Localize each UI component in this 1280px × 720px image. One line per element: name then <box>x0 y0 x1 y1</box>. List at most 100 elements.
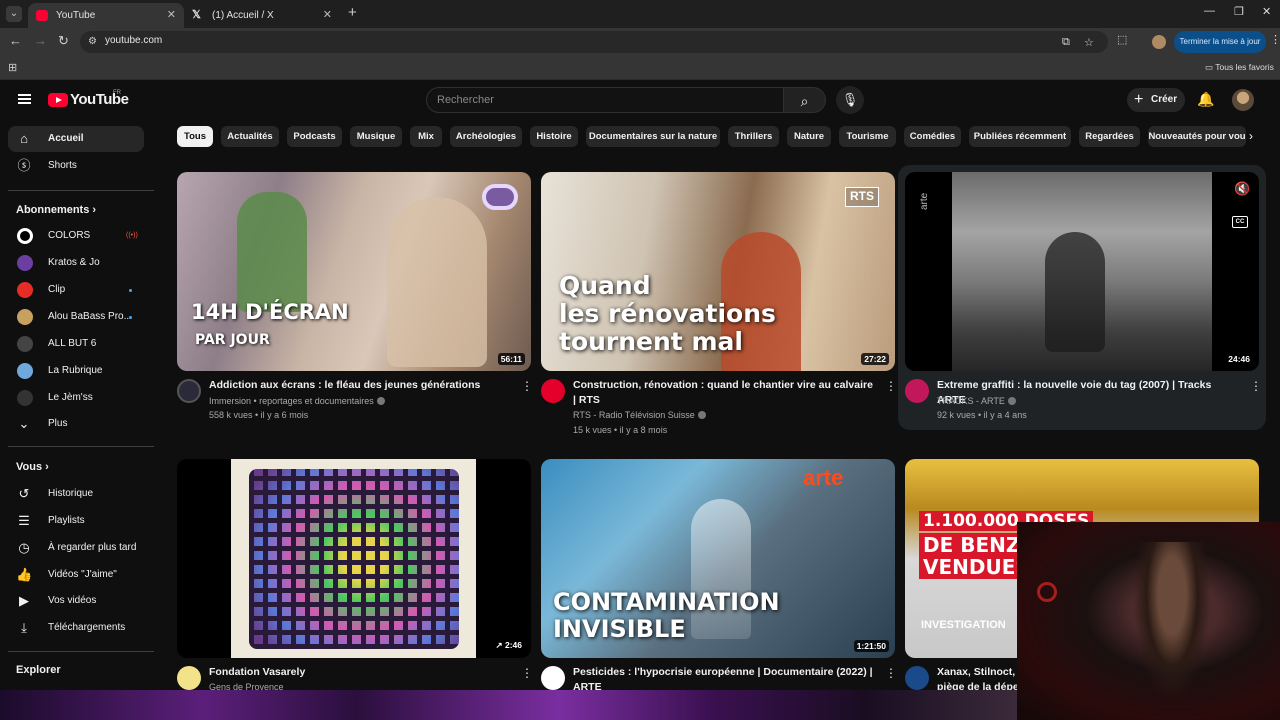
sidebar-item-subscription[interactable]: Alou BaBass Pro... <box>8 304 144 330</box>
sidebar-item-home[interactable]: ⌂ Accueil <box>8 126 144 152</box>
create-label: Créer <box>1151 94 1178 105</box>
chip[interactable]: Musique <box>350 126 402 147</box>
sidebar-item-subscription[interactable]: La Rubrique <box>8 358 144 384</box>
tab-title: YouTube <box>56 10 96 21</box>
create-button[interactable]: + Créer <box>1127 88 1185 112</box>
chip[interactable]: Archéologies <box>450 126 522 147</box>
search-button[interactable]: ⌕ <box>784 87 826 113</box>
thumbnail-figure <box>1045 232 1105 352</box>
all-bookmarks-label: Tous les favoris <box>1215 62 1274 72</box>
video-thumbnail[interactable]: arte CONTAMINATION INVISIBLE 1:21:50 <box>541 459 895 658</box>
chip[interactable]: Documentaires sur la nature <box>586 126 720 147</box>
you-heading[interactable]: Vous › <box>16 461 49 473</box>
extensions-icon[interactable]: ⬚ <box>1117 33 1127 46</box>
watch-later-icon: ◷ <box>18 540 30 555</box>
browser-menu-icon[interactable]: ⋮ <box>1270 33 1280 46</box>
sidebar-item-label: ALL BUT 6 <box>48 338 97 349</box>
site-info-icon[interactable]: ⚙ <box>88 36 97 47</box>
chip[interactable]: Actualités <box>221 126 279 147</box>
video-title[interactable]: Construction, rénovation : quand le chan… <box>573 378 873 408</box>
more-options-icon[interactable]: ⋮ <box>521 666 533 680</box>
sidebar-item-subscription[interactable]: Kratos & Jo <box>8 250 144 276</box>
subscriptions-heading[interactable]: Abonnements › <box>16 204 96 216</box>
close-icon[interactable]: ✕ <box>323 3 332 28</box>
sidebar-item-subscription[interactable]: Le Jèm'ss <box>8 385 144 411</box>
sidebar-item-subscription[interactable]: Clip <box>8 277 144 303</box>
duration-badge: 24:46 <box>1225 353 1253 365</box>
sidebar-item-playlists[interactable]: ☰ Playlists <box>8 508 144 534</box>
chevron-right-icon[interactable]: › <box>1249 129 1253 143</box>
chip[interactable]: Comédies <box>904 126 961 147</box>
chip-all[interactable]: Tous <box>177 126 213 147</box>
channel-name[interactable]: TRACKS - ARTE <box>937 396 1016 406</box>
sidebar-item-label: Plus <box>48 418 68 429</box>
chip[interactable]: Publiées récemment <box>969 126 1071 147</box>
minimize-button[interactable]: — <box>1204 5 1215 17</box>
sidebar-item-shorts[interactable]: ⓢ Shorts <box>8 153 144 179</box>
notifications-bell-icon[interactable]: 🔔 <box>1197 91 1214 108</box>
sidebar-item-watch-later[interactable]: ◷ À regarder plus tard <box>8 535 144 561</box>
more-options-icon[interactable]: ⋮ <box>1250 379 1262 393</box>
all-bookmarks-folder[interactable]: ▭ Tous les favoris <box>1205 62 1274 73</box>
tab-youtube[interactable]: YouTube ✕ <box>28 3 184 28</box>
sidebar-item-downloads[interactable]: ⤓ Téléchargements <box>8 615 144 641</box>
close-window-button[interactable]: ✕ <box>1262 5 1271 18</box>
search-input[interactable]: Rechercher <box>426 87 784 113</box>
sidebar-item-subscription[interactable]: COLORS ((•)) <box>8 223 144 249</box>
channel-avatar[interactable] <box>905 666 929 690</box>
tab-search-button[interactable]: ⌄ <box>6 6 22 22</box>
video-thumbnail[interactable]: RTS Quand les rénovations tournent mal 2… <box>541 172 895 371</box>
video-thumbnail[interactable]: ↗ 2:46 <box>177 459 531 658</box>
sidebar-item-history[interactable]: ↺ Historique <box>8 481 144 507</box>
chip[interactable]: Thrillers <box>728 126 779 147</box>
bookmark-star-icon[interactable]: ☆ <box>1084 36 1094 49</box>
chip[interactable]: Nature <box>787 126 831 147</box>
back-button[interactable]: ← <box>9 33 22 48</box>
forward-button[interactable]: → <box>34 33 47 48</box>
browser-tab-strip: ⌄ YouTube ✕ 𝕏 (1) Accueil / X ✕ + — ❐ ✕ <box>0 0 1280 28</box>
channel-avatar <box>17 309 33 325</box>
channel-avatar[interactable] <box>541 379 565 403</box>
channel-name[interactable]: Immersion • reportages et documentaires <box>209 396 385 406</box>
sidebar-item-liked[interactable]: 👍 Vidéos "J'aime" <box>8 562 144 588</box>
more-options-icon[interactable]: ⋮ <box>885 666 897 680</box>
channel-avatar[interactable] <box>177 379 201 403</box>
apps-grid-icon[interactable]: ⊞ <box>8 61 17 74</box>
update-button[interactable]: Terminer la mise à jour <box>1174 31 1266 53</box>
chip[interactable]: Regardées <box>1079 126 1140 147</box>
account-avatar[interactable] <box>1232 89 1254 111</box>
chip[interactable]: Tourisme <box>839 126 896 147</box>
mute-icon[interactable]: 🔇 <box>1234 181 1250 197</box>
channel-name[interactable]: RTS - Radio Télévision Suisse <box>573 410 706 420</box>
video-thumbnail[interactable]: arte 🔇 CC 24:46 <box>905 172 1259 371</box>
omnibox[interactable]: ⚙ youtube.com ⧉ ☆ <box>80 31 1108 53</box>
close-icon[interactable]: ✕ <box>167 3 176 28</box>
video-title[interactable]: Fondation Vasarely <box>209 665 509 680</box>
more-options-icon[interactable]: ⋮ <box>521 379 533 393</box>
youtube-logo-icon[interactable] <box>48 93 68 107</box>
channel-avatar[interactable] <box>541 666 565 690</box>
chip[interactable]: Nouveautés pour vou <box>1148 126 1246 147</box>
captions-icon[interactable]: CC <box>1232 216 1248 228</box>
chip[interactable]: Podcasts <box>287 126 342 147</box>
voice-search-button[interactable]: 🎙 <box>836 86 864 114</box>
video-title[interactable]: Xanax, Stilnoct, Z <box>937 665 1017 680</box>
new-tab-button[interactable]: + <box>348 4 357 21</box>
sidebar-item-more[interactable]: ⌄ Plus <box>8 411 144 437</box>
video-thumbnail[interactable]: 14H D'ÉCRAN PAR JOUR 56:11 <box>177 172 531 371</box>
chip[interactable]: Histoire <box>530 126 578 147</box>
channel-avatar[interactable] <box>177 666 201 690</box>
profile-avatar[interactable] <box>1152 35 1166 49</box>
tab-x[interactable]: 𝕏 (1) Accueil / X ✕ <box>184 3 340 28</box>
menu-hamburger-icon[interactable] <box>18 94 31 104</box>
chip[interactable]: Mix <box>410 126 442 147</box>
sidebar-item-your-videos[interactable]: ▶ Vos vidéos <box>8 588 144 614</box>
sidebar-item-label: Vidéos "J'aime" <box>48 569 117 580</box>
more-options-icon[interactable]: ⋮ <box>885 379 897 393</box>
install-app-icon[interactable]: ⧉ <box>1062 36 1070 49</box>
restore-button[interactable]: ❐ <box>1234 5 1244 18</box>
reload-button[interactable]: ↻ <box>58 33 69 49</box>
channel-avatar[interactable] <box>905 379 929 403</box>
video-title[interactable]: Addiction aux écrans : le fléau des jeun… <box>209 378 509 393</box>
sidebar-item-subscription[interactable]: ALL BUT 6 <box>8 331 144 357</box>
